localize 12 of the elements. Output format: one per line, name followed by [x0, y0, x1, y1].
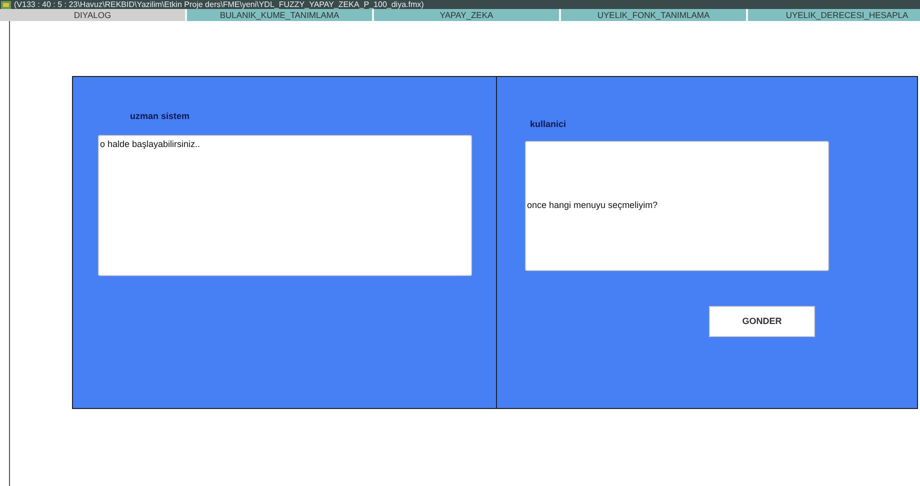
tab[interactable]: UYELIK_FONK_TANIMLAMA [561, 9, 748, 21]
expert-text-area[interactable]: o halde başlayabilirsiniz.. [98, 135, 472, 276]
expert-label: uzman sistem [130, 111, 190, 121]
tab[interactable]: YAPAY_ZEKA [374, 9, 561, 21]
tab[interactable]: UYELIK_DERECESI_HESAPLA [748, 9, 920, 21]
window-title: (V133 : 40 : 5 : 23\Havuz\REKBID\Yazilim\Etkin Proje ders\FME\yeni\YDL_FUZZY_YAPAY_ZEKA_P_100_diya.fmx) [14, 0, 424, 9]
user-text-area[interactable]: once hangi menuyu seçmeliyim? [525, 141, 829, 271]
tab[interactable]: DIYALOG [0, 9, 187, 21]
user-label: kullanici [530, 119, 566, 129]
tab[interactable]: BULANIK_KUME_TANIMLAMA [187, 9, 374, 21]
app-icon [1, 0, 11, 8]
send-button[interactable]: GONDER [709, 306, 815, 337]
